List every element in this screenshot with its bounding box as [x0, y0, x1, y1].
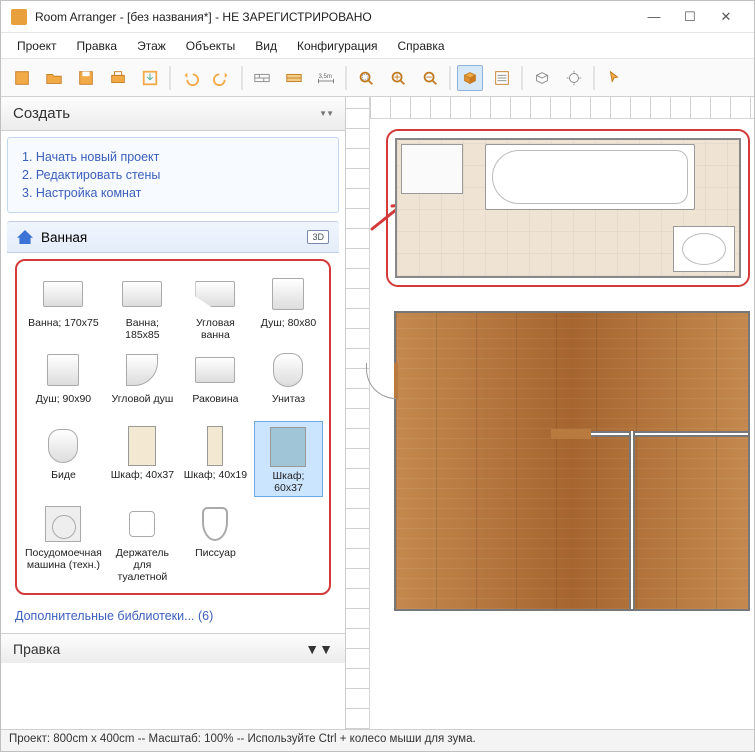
extra-libraries-link[interactable]: Дополнительные библиотеки... (6) — [1, 603, 345, 633]
zoom-out-icon[interactable] — [417, 65, 443, 91]
edit-header[interactable]: Правка ▼▼ — [1, 633, 345, 663]
item-empty — [254, 499, 323, 585]
spray-icon[interactable] — [561, 65, 587, 91]
status-text: Проект: 800cm x 400cm -- Масштаб: 100% -… — [9, 733, 476, 745]
create-label: Создать — [13, 105, 70, 122]
floor-plan[interactable] — [370, 119, 754, 729]
menu-bar: Проект Правка Этаж Объекты Вид Конфигура… — [1, 33, 754, 59]
living-room[interactable] — [394, 311, 750, 611]
edit-label: Правка — [13, 641, 60, 657]
wizard-links: 1. Начать новый проект 2. Редактировать … — [7, 137, 339, 213]
minimize-button[interactable]: — — [636, 1, 672, 33]
rooms-icon[interactable] — [281, 65, 307, 91]
zoom-fit-icon[interactable] — [353, 65, 379, 91]
walls-icon[interactable] — [249, 65, 275, 91]
menu-floor[interactable]: Этаж — [127, 36, 176, 56]
collapse-icon[interactable]: ▼▼ — [305, 641, 333, 657]
item-toilet-paper-holder[interactable]: Держатель для туалетной — [108, 499, 177, 585]
list-icon[interactable] — [489, 65, 515, 91]
menu-objects[interactable]: Объекты — [176, 36, 246, 56]
sidebar: Создать ▼▼ 1. Начать новый проект 2. Ред… — [1, 97, 346, 729]
sink-object[interactable] — [673, 226, 735, 272]
home-icon — [17, 230, 33, 244]
ruler-horizontal — [370, 97, 754, 119]
zoom-in-icon[interactable] — [385, 65, 411, 91]
item-bath-185[interactable]: Ванна; 185x85 — [108, 269, 177, 343]
main-area: Создать ▼▼ 1. Начать новый проект 2. Ред… — [1, 97, 754, 729]
item-urinal[interactable]: Писсуар — [181, 499, 250, 585]
item-dishwasher[interactable]: Посудомоечная машина (техн.) — [23, 499, 104, 585]
undo-icon[interactable] — [177, 65, 203, 91]
maximize-button[interactable]: ☐ — [672, 1, 708, 33]
item-cabinet-60x37[interactable]: Шкаф; 60x37 — [254, 421, 323, 497]
status-bar: Проект: 800cm x 400cm -- Масштаб: 100% -… — [1, 729, 754, 751]
print-icon[interactable] — [105, 65, 131, 91]
close-button[interactable]: ✕ — [708, 1, 744, 33]
open-file-icon[interactable] — [41, 65, 67, 91]
interior-wall[interactable] — [629, 431, 635, 609]
pointer-icon[interactable] — [601, 65, 627, 91]
view-3d-icon[interactable] — [457, 65, 483, 91]
item-toilet[interactable]: Унитаз — [254, 345, 323, 419]
create-header[interactable]: Создать ▼▼ — [1, 97, 345, 131]
menu-help[interactable]: Справка — [388, 36, 455, 56]
toolbar: 3,5m — [1, 59, 754, 97]
canvas[interactable] — [346, 97, 754, 729]
bathtub-object[interactable] — [485, 144, 695, 210]
collapse-icon[interactable]: ▼▼ — [319, 109, 333, 118]
app-icon — [11, 9, 27, 25]
link-edit-walls[interactable]: 2. Редактировать стены — [22, 166, 324, 184]
item-corner-bath[interactable]: Угловая ванна — [181, 269, 250, 343]
bathroom-room[interactable] — [395, 138, 741, 278]
window-title: Room Arranger - [без названия*] - НЕ ЗАР… — [35, 10, 636, 24]
menu-config[interactable]: Конфигурация — [287, 36, 388, 56]
door-arc — [366, 363, 396, 399]
link-new-project[interactable]: 1. Начать новый проект — [22, 148, 324, 166]
ruler-vertical — [346, 97, 370, 729]
redo-icon[interactable] — [209, 65, 235, 91]
menu-view[interactable]: Вид — [245, 36, 287, 56]
item-cabinet-40x19[interactable]: Шкаф; 40x19 — [181, 421, 250, 497]
item-shower-80[interactable]: Душ; 80x80 — [254, 269, 323, 343]
menu-project[interactable]: Проект — [7, 36, 67, 56]
title-bar: Room Arranger - [без названия*] - НЕ ЗАР… — [1, 1, 754, 33]
object-palette: Ванна; 170x75 Ванна; 185x85 Угловая ванн… — [15, 259, 331, 595]
measure-icon[interactable]: 3,5m — [313, 65, 339, 91]
item-bath-170[interactable]: Ванна; 170x75 — [23, 269, 104, 343]
link-room-settings[interactable]: 3. Настройка комнат — [22, 184, 324, 202]
badge-3d[interactable]: 3D — [307, 230, 329, 244]
door-opening[interactable] — [551, 429, 591, 439]
category-title: Ванная — [41, 230, 307, 245]
bathroom-highlight — [386, 129, 750, 287]
svg-text:3,5m: 3,5m — [319, 74, 332, 80]
item-bidet[interactable]: Биде — [23, 421, 104, 497]
library-icon[interactable] — [529, 65, 555, 91]
counter-object[interactable] — [401, 144, 463, 194]
item-sink[interactable]: Раковина — [181, 345, 250, 419]
save-icon[interactable] — [73, 65, 99, 91]
item-corner-shower[interactable]: Угловой душ — [108, 345, 177, 419]
export-icon[interactable] — [137, 65, 163, 91]
item-shower-90[interactable]: Душ; 90x90 — [23, 345, 104, 419]
category-header[interactable]: Ванная 3D — [7, 221, 339, 253]
new-file-icon[interactable] — [9, 65, 35, 91]
menu-edit[interactable]: Правка — [67, 36, 128, 56]
item-cabinet-40x37[interactable]: Шкаф; 40x37 — [108, 421, 177, 497]
